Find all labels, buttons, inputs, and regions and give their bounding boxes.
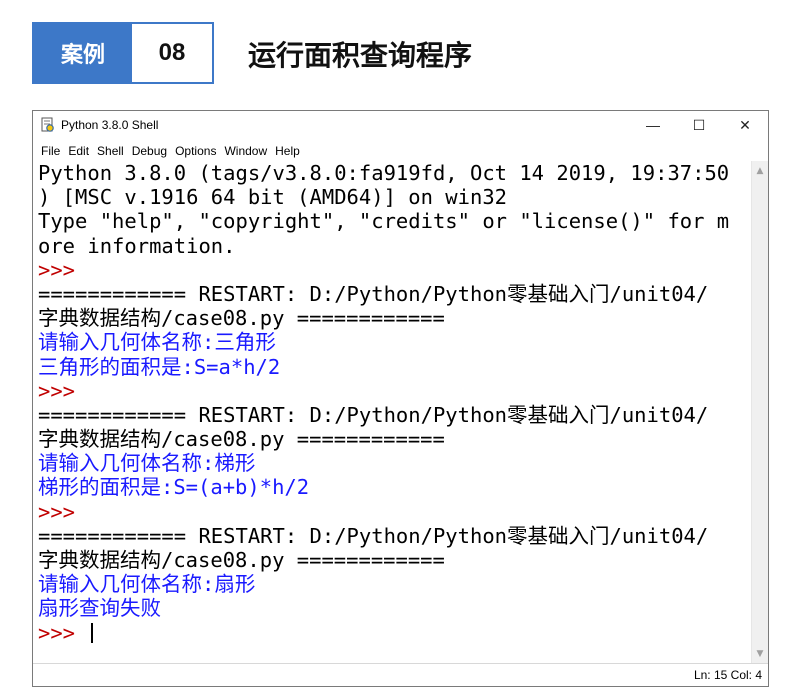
menu-bar: File Edit Shell Debug Options Window Hel… — [33, 141, 304, 161]
shell-line: ============ RESTART: D:/Python/Python零基… — [38, 403, 752, 427]
shell-text: Python 3.8.0 (tags/v3.8.0:fa919fd, Oct 1… — [38, 161, 730, 185]
shell-text: 字典数据结构/case08.py ============ — [38, 306, 445, 331]
shell-line: ============ RESTART: D:/Python/Python零基… — [38, 282, 752, 306]
shell-line: ============ RESTART: D:/Python/Python零基… — [38, 524, 752, 548]
scroll-down-icon[interactable]: ▼ — [752, 646, 768, 662]
menu-file[interactable]: File — [37, 144, 64, 158]
shell-line: >>> — [38, 621, 752, 645]
program-output: 三角形的面积是:S=a*h/2 — [38, 354, 281, 379]
case-title: 运行面积查询程序 — [248, 39, 473, 72]
shell-text: ============ RESTART: D:/Python/Python零基… — [38, 402, 709, 427]
shell-line: 三角形的面积是:S=a*h/2 — [38, 355, 752, 379]
title-bar[interactable]: Python 3.8.0 Shell — ☐ ✕ — [33, 111, 768, 139]
shell-line: Python 3.8.0 (tags/v3.8.0:fa919fd, Oct 1… — [38, 161, 752, 185]
shell-prompt: >>> — [38, 620, 88, 645]
scroll-up-icon[interactable]: ▲ — [752, 163, 768, 179]
program-output: 请输入几何体名称:扇形 — [38, 572, 256, 597]
menu-help[interactable]: Help — [271, 144, 304, 158]
menu-window[interactable]: Window — [220, 144, 271, 158]
status-bar: Ln: 15 Col: 4 — [33, 663, 768, 686]
shell-text: ore information. — [38, 233, 236, 258]
shell-line: >>> — [38, 258, 752, 282]
shell-text: 字典数据结构/case08.py ============ — [38, 427, 445, 452]
shell-line: 字典数据结构/case08.py ============ — [38, 306, 752, 330]
shell-output-area[interactable]: Python 3.8.0 (tags/v3.8.0:fa919fd, Oct 1… — [33, 161, 752, 664]
case-tag: 案例 — [34, 24, 132, 82]
shell-line: 请输入几何体名称:三角形 — [38, 330, 752, 354]
cursor-position: Ln: 15 Col: 4 — [693, 668, 762, 682]
shell-prompt: >>> — [38, 257, 76, 282]
shell-text: ============ RESTART: D:/Python/Python零基… — [38, 523, 709, 548]
python-idle-icon — [40, 117, 56, 133]
case-number: 08 — [158, 39, 186, 66]
window-title: Python 3.8.0 Shell — [61, 118, 159, 132]
shell-line: ) [MSC v.1916 64 bit (AMD64)] on win32 — [38, 185, 752, 209]
idle-shell-window: Python 3.8.0 Shell — ☐ ✕ File Edit Shell… — [32, 110, 769, 687]
program-output: 梯形的面积是:S=(a+b)*h/2 — [38, 475, 310, 500]
case-banner: 案例 08 运行面积查询程序 — [32, 22, 792, 84]
program-output: 请输入几何体名称:梯形 — [38, 451, 256, 476]
shell-line: 请输入几何体名称:扇形 — [38, 572, 752, 596]
shell-prompt: >>> — [38, 378, 76, 403]
shell-text: Type "help", "copyright", "credits" or "… — [38, 209, 730, 234]
program-output: 扇形查询失败 — [38, 596, 161, 621]
shell-line: 字典数据结构/case08.py ============ — [38, 427, 752, 451]
shell-prompt: >>> — [38, 499, 76, 524]
shell-line: >>> — [38, 500, 752, 524]
vertical-scrollbar[interactable]: ▲ ▼ — [751, 161, 768, 664]
shell-line: 梯形的面积是:S=(a+b)*h/2 — [38, 475, 752, 499]
shell-line: ore information. — [38, 234, 752, 258]
shell-line: Type "help", "copyright", "credits" or "… — [38, 209, 752, 233]
shell-text: 字典数据结构/case08.py ============ — [38, 548, 445, 572]
shell-line: 字典数据结构/case08.py ============ — [38, 548, 752, 572]
shell-line: 扇形查询失败 — [38, 596, 752, 620]
maximize-button[interactable]: ☐ — [676, 111, 722, 139]
text-cursor — [91, 622, 94, 643]
shell-line: >>> — [38, 379, 752, 403]
shell-text: ) [MSC v.1916 64 bit (AMD64)] on win32 — [38, 185, 507, 210]
menu-shell[interactable]: Shell — [93, 144, 128, 158]
case-label-box: 案例 08 — [32, 22, 214, 84]
program-output: 请输入几何体名称:三角形 — [38, 330, 276, 355]
menu-debug[interactable]: Debug — [128, 144, 171, 158]
shell-line: 请输入几何体名称:梯形 — [38, 451, 752, 475]
menu-options[interactable]: Options — [171, 144, 220, 158]
close-button[interactable]: ✕ — [722, 111, 768, 139]
menu-edit[interactable]: Edit — [64, 144, 93, 158]
shell-text: ============ RESTART: D:/Python/Python零基… — [38, 281, 709, 306]
minimize-button[interactable]: — — [630, 111, 676, 139]
